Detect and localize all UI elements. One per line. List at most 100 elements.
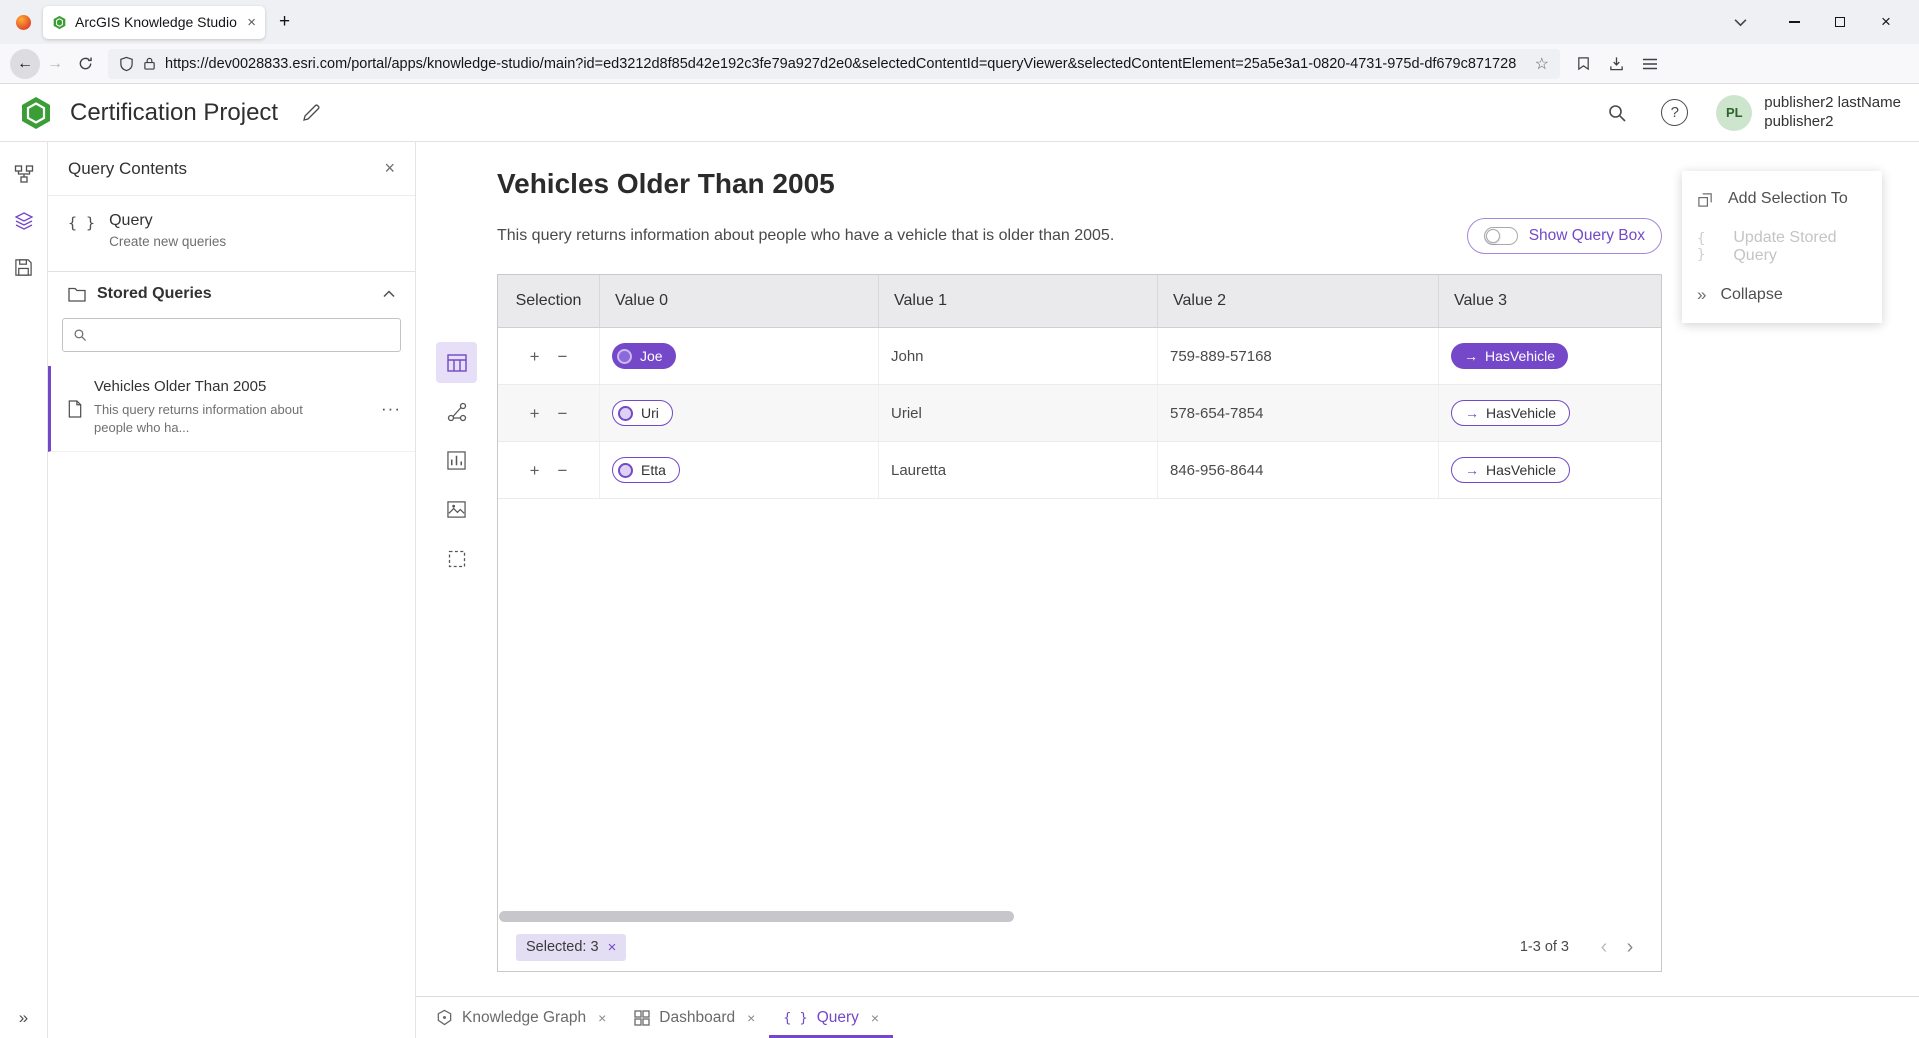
tab-query[interactable]: { } Query × [769, 997, 893, 1038]
menu-hamburger-icon[interactable] [1642, 57, 1658, 71]
dashboard-icon [634, 1010, 650, 1026]
panel-close-icon[interactable]: × [384, 158, 395, 179]
remove-from-selection-button[interactable]: − [558, 348, 568, 365]
panel-title: Query Contents [68, 159, 187, 179]
firefox-icon [16, 15, 31, 30]
chart-view-icon[interactable] [436, 440, 477, 481]
expand-panel-chevrons-icon[interactable]: » [19, 1008, 28, 1028]
scrollbar-thumb[interactable] [499, 911, 1014, 922]
sidebar-item-save-icon[interactable] [14, 258, 33, 277]
back-button[interactable]: ← [10, 49, 40, 79]
stored-queries-search[interactable] [62, 318, 401, 352]
arrow-right-icon: → [1464, 348, 1478, 364]
table-empty-area [498, 499, 1661, 911]
entity-pill[interactable]: Uri [612, 400, 673, 426]
stored-query-item[interactable]: Vehicles Older Than 2005 This query retu… [48, 366, 415, 452]
document-icon [67, 380, 83, 437]
browser-nav-bar: ← → https://dev0028833.esri.com/portal/a… [0, 44, 1919, 84]
library-save-icon[interactable] [1609, 56, 1624, 71]
window-close-button[interactable]: × [1863, 0, 1909, 44]
sidebar-item-data-model-icon[interactable] [14, 164, 34, 184]
url-bar[interactable]: https://dev0028833.esri.com/portal/apps/… [108, 49, 1560, 79]
cell-value: Uriel [891, 405, 922, 422]
relationship-pill[interactable]: →HasVehicle [1451, 343, 1568, 369]
tab-close-icon[interactable]: × [598, 1010, 606, 1026]
avatar[interactable]: PL [1716, 95, 1752, 131]
braces-icon: { } [1697, 231, 1719, 263]
window-minimize-button[interactable] [1771, 0, 1817, 44]
browser-tab-bar: ArcGIS Knowledge Studio × + × [0, 0, 1919, 44]
app-header: Certification Project ? PL publisher2 la… [0, 84, 1919, 142]
menu-item-update-stored-query[interactable]: { } Update Stored Query [1682, 223, 1882, 271]
remove-from-selection-button[interactable]: − [558, 405, 568, 422]
cell-value: 578-654-7854 [1170, 405, 1263, 422]
sidebar-item-contents-layers-icon[interactable] [14, 211, 34, 231]
maximize-icon [1835, 17, 1845, 27]
edit-title-pencil-icon[interactable] [302, 104, 320, 122]
next-page-button[interactable]: › [1617, 936, 1643, 959]
tab-close-button[interactable]: × [247, 14, 256, 31]
stored-query-description: This query returns information about peo… [94, 401, 322, 437]
bookmark-star-button[interactable]: ☆ [1535, 54, 1549, 74]
item-options-ellipsis-icon[interactable]: ··· [381, 399, 401, 419]
menu-item-add-selection-to[interactable]: Add Selection To [1682, 175, 1882, 223]
close-icon: × [1881, 12, 1891, 32]
cell-value: Lauretta [891, 462, 946, 479]
cell-value: 846-956-8644 [1170, 462, 1263, 479]
new-tab-button[interactable]: + [279, 11, 290, 33]
search-icon[interactable] [1607, 103, 1627, 123]
menu-item-collapse[interactable]: » Collapse [1682, 271, 1882, 319]
refresh-button[interactable] [70, 49, 100, 79]
tab-close-icon[interactable]: × [747, 1010, 755, 1026]
panel-header: Query Contents × [48, 142, 415, 196]
link-chart-icon[interactable] [436, 391, 477, 432]
relationship-pill[interactable]: →HasVehicle [1451, 400, 1570, 426]
cell-value: 759-889-57168 [1170, 348, 1272, 365]
add-to-selection-button[interactable]: + [530, 462, 540, 479]
tab-close-icon[interactable]: × [871, 1010, 879, 1026]
pagination: 1-3 of 3 ‹ › [1520, 936, 1643, 959]
clear-selection-icon[interactable]: × [608, 939, 617, 956]
entity-pill[interactable]: Joe [612, 343, 676, 369]
results-table: Selection Value 0 Value 1 Value 2 Value … [497, 274, 1662, 972]
table-footer: Selected: 3 × 1-3 of 3 ‹ › [498, 923, 1661, 971]
browser-tab[interactable]: ArcGIS Knowledge Studio × [43, 6, 265, 39]
list-all-tabs-button[interactable] [1734, 18, 1747, 27]
table-row: + − Joe John 759-889-57168 →HasVehicle [498, 328, 1661, 385]
show-query-box-toggle[interactable]: Show Query Box [1467, 218, 1662, 254]
stored-queries-search-input[interactable] [96, 327, 390, 343]
tracking-protection-shield-icon[interactable] [119, 56, 134, 72]
stored-queries-header[interactable]: Stored Queries [48, 272, 415, 316]
tab-dashboard[interactable]: Dashboard × [620, 997, 769, 1038]
user-name: publisher2 lastName [1764, 94, 1901, 113]
lock-icon[interactable] [143, 56, 156, 71]
column-header-selection: Selection [498, 275, 600, 327]
table-view-icon[interactable] [436, 342, 477, 383]
search-icon-small [73, 328, 87, 342]
app-body: » Query Contents × { } Query Create new … [0, 142, 1919, 1038]
braces-icon: { } [68, 214, 95, 249]
relationship-pill[interactable]: →HasVehicle [1451, 457, 1570, 483]
view-toolbar [436, 342, 477, 579]
chevron-up-icon[interactable] [383, 290, 395, 298]
stored-queries-title: Stored Queries [97, 285, 372, 303]
map-view-icon[interactable] [436, 489, 477, 530]
entity-pill[interactable]: Etta [612, 457, 680, 483]
window-maximize-button[interactable] [1817, 0, 1863, 44]
toggle-switch [1484, 227, 1518, 245]
previous-page-button[interactable]: ‹ [1591, 936, 1617, 959]
add-to-selection-button[interactable]: + [530, 405, 540, 422]
new-query-item[interactable]: { } Query Create new queries [48, 196, 415, 263]
forward-button[interactable]: → [40, 49, 70, 79]
tab-knowledge-graph[interactable]: Knowledge Graph × [422, 997, 620, 1038]
arcgis-knowledge-logo [18, 95, 54, 131]
add-to-selection-button[interactable]: + [530, 348, 540, 365]
entity-dot-icon [617, 349, 632, 364]
main-area: Vehicles Older Than 2005 This query retu… [416, 142, 1919, 1038]
collapse-chevrons-icon: » [1697, 285, 1706, 305]
selection-tool-icon[interactable] [436, 538, 477, 579]
bookmarks-icon[interactable] [1576, 56, 1591, 71]
help-icon[interactable]: ? [1661, 99, 1688, 126]
remove-from-selection-button[interactable]: − [558, 462, 568, 479]
nav-right-icons [1576, 56, 1658, 71]
